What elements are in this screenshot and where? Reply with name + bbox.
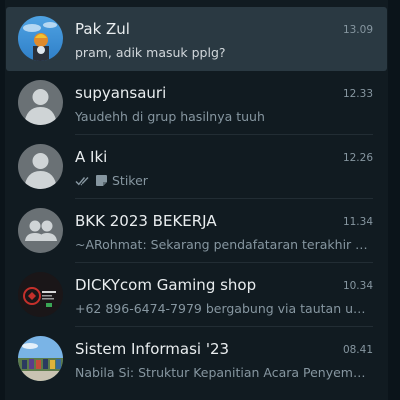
double-check-icon [75,176,91,186]
chat-list-item-bkk-2023-bekerja[interactable]: BKK 2023 BEKERJA 11.34 ~ARohmat: Sekaran… [6,199,387,263]
sticker-icon [95,174,108,187]
chat-time: 08.41 [342,344,373,356]
chat-preview: Yaudehh di grup hasilnya tuuh [75,109,373,124]
chat-preview: Stiker [75,173,373,188]
window-left-edge [0,0,5,400]
chat-preview: pram, adik masuk pplg? [75,45,373,60]
chat-list-item-dickycom-gaming-shop[interactable]: DICKYcom Gaming shop 10.34 +62 896-6474-… [6,263,387,327]
chat-preview-text: Yaudehh di grup hasilnya tuuh [75,109,265,124]
avatar [18,272,63,317]
chat-preview-text: ~ARohmat: Sekarang pendafataran terakhir… [75,237,373,252]
avatar [18,144,63,189]
chat-name: DICKYcom Gaming shop [75,276,257,294]
chat-time: 13.09 [342,24,373,36]
chat-preview-text: +62 896-6474-7979 bergabung via tautan u… [75,301,373,316]
chat-preview: Nabila Si: Struktur Kepanitian Acara Pen… [75,365,373,380]
chat-preview-text: Nabila Si: Struktur Kepanitian Acara Pen… [75,365,373,380]
chat-time: 12.33 [342,88,373,100]
chat-time: 11.34 [342,216,373,228]
chat-time: 12.26 [342,152,373,164]
chat-list-item-pak-zul[interactable]: Pak Zul 13.09 pram, adik masuk pplg? [6,7,387,71]
window-right-edge [388,0,400,400]
chat-list-item-a-iki[interactable]: A Iki 12.26 Stiker [6,135,387,199]
chat-preview-text: pram, adik masuk pplg? [75,45,226,60]
chat-name: BKK 2023 BEKERJA [75,212,217,230]
chat-list-item-supyansauri[interactable]: supyansauri 12.33 Yaudehh di grup hasiln… [6,71,387,135]
chat-time: 10.34 [342,280,373,292]
chat-list: Pak Zul 13.09 pram, adik masuk pplg? sup… [6,7,387,391]
chat-list-item-sistem-informasi-23[interactable]: Sistem Informasi '23 08.41 Nabila Si: St… [6,327,387,391]
avatar [18,336,63,381]
chat-preview: ~ARohmat: Sekarang pendafataran terakhir… [75,237,373,252]
chat-name: Pak Zul [75,20,130,38]
chat-name: Sistem Informasi '23 [75,340,230,358]
avatar [18,16,63,61]
chat-preview-text: Stiker [112,173,148,188]
chat-name: supyansauri [75,84,167,102]
chat-name: A Iki [75,148,108,166]
chat-preview: +62 896-6474-7979 bergabung via tautan u… [75,301,373,316]
avatar [18,80,63,125]
avatar [18,208,63,253]
